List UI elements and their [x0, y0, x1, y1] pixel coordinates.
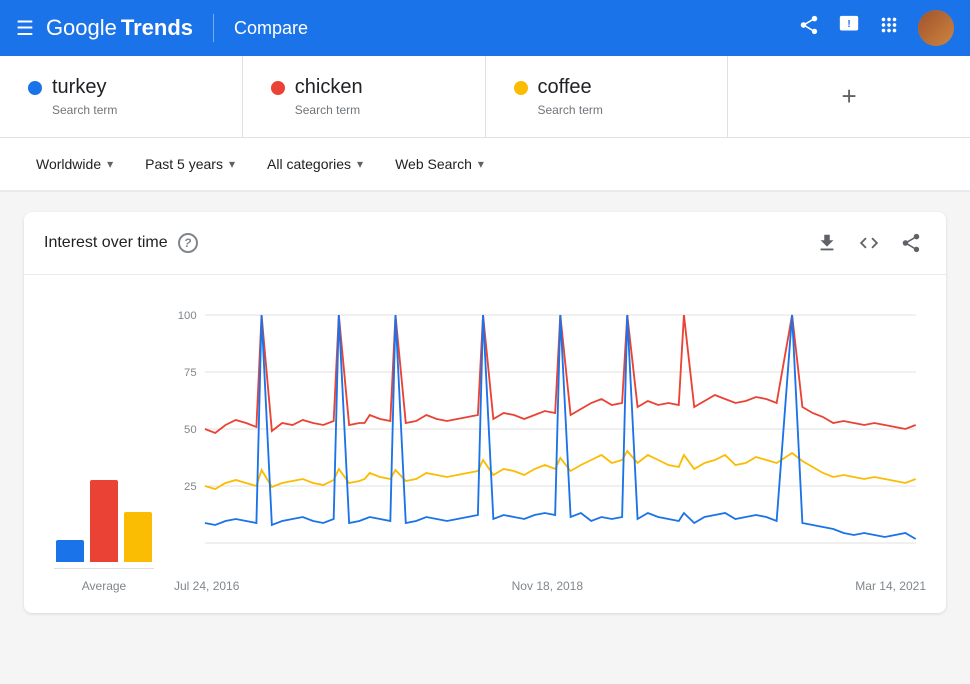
dot-coffee: [514, 81, 528, 95]
filter-websearch-arrow: ▾: [478, 157, 484, 171]
filter-allcategories[interactable]: All categories ▾: [255, 150, 375, 178]
x-label-end: Mar 14, 2021: [855, 579, 926, 593]
add-search-term-button[interactable]: +: [728, 56, 970, 137]
filter-allcategories-label: All categories: [267, 156, 351, 172]
help-icon-label: ?: [184, 236, 191, 250]
share-icon[interactable]: [798, 14, 820, 42]
bar-turkey: [56, 540, 84, 562]
card-title: Interest over time: [44, 234, 168, 252]
line-chart-svg: 100 75 50 25: [174, 295, 926, 575]
bars-row: [56, 442, 152, 562]
dot-turkey: [28, 81, 42, 95]
search-term-turkey-name: turkey: [52, 76, 106, 99]
search-term-chicken-label: Search term: [295, 103, 457, 117]
logo: Google Trends: [46, 15, 193, 41]
filter-worldwide-arrow: ▾: [107, 157, 113, 171]
header-right: !: [798, 10, 954, 46]
search-term-coffee[interactable]: coffee Search term: [486, 56, 729, 137]
share-chart-button[interactable]: [896, 228, 926, 258]
svg-text:25: 25: [184, 481, 197, 493]
avg-x-axis: [54, 568, 154, 569]
header-divider: [213, 14, 214, 42]
main-content: Interest over time ?: [0, 192, 970, 633]
feedback-icon[interactable]: !: [838, 14, 860, 42]
bar-coffee: [124, 512, 152, 562]
filter-websearch[interactable]: Web Search ▾: [383, 150, 496, 178]
chart-container: Average 100 75 50 25: [24, 275, 946, 613]
filter-past5years-label: Past 5 years: [145, 156, 223, 172]
svg-text:!: !: [847, 19, 850, 30]
avatar[interactable]: [918, 10, 954, 46]
svg-text:75: 75: [184, 367, 197, 379]
search-term-coffee-name: coffee: [538, 76, 592, 99]
search-term-turkey-row: turkey: [28, 76, 214, 99]
search-term-chicken-name: chicken: [295, 76, 363, 99]
search-terms-bar: turkey Search term chicken Search term c…: [0, 56, 970, 138]
avatar-image: [918, 10, 954, 46]
average-chart: Average: [54, 442, 154, 593]
filter-websearch-label: Web Search: [395, 156, 472, 172]
help-icon[interactable]: ?: [178, 233, 198, 253]
line-chart-wrapper: 100 75 50 25 Jul 24: [174, 295, 926, 593]
dot-chicken: [271, 81, 285, 95]
search-term-chicken[interactable]: chicken Search term: [243, 56, 486, 137]
apps-icon[interactable]: [878, 14, 900, 42]
interest-over-time-card: Interest over time ?: [24, 212, 946, 613]
logo-google: Google: [46, 15, 117, 41]
svg-text:50: 50: [184, 424, 197, 436]
svg-text:100: 100: [178, 310, 197, 322]
filter-past5years[interactable]: Past 5 years ▾: [133, 150, 247, 178]
search-term-coffee-label: Search term: [538, 103, 700, 117]
filter-past5years-arrow: ▾: [229, 157, 235, 171]
menu-icon[interactable]: ☰: [16, 16, 34, 41]
x-label-mid: Nov 18, 2018: [512, 579, 583, 593]
search-term-turkey[interactable]: turkey Search term: [0, 56, 243, 137]
embed-button[interactable]: [854, 228, 884, 258]
card-actions: [812, 228, 926, 258]
header: ☰ Google Trends Compare !: [0, 0, 970, 56]
search-term-turkey-label: Search term: [52, 103, 214, 117]
filters-bar: Worldwide ▾ Past 5 years ▾ All categorie…: [0, 138, 970, 192]
card-title-row: Interest over time ?: [44, 233, 198, 253]
x-label-start: Jul 24, 2016: [174, 579, 239, 593]
card-header: Interest over time ?: [24, 212, 946, 275]
logo-trends: Trends: [121, 15, 193, 41]
bar-chicken: [90, 480, 118, 562]
filter-worldwide[interactable]: Worldwide ▾: [24, 150, 125, 178]
add-icon: +: [842, 81, 857, 112]
average-label: Average: [82, 579, 126, 593]
x-labels: Jul 24, 2016 Nov 18, 2018 Mar 14, 2021: [174, 575, 926, 593]
header-compare: Compare: [234, 18, 308, 39]
download-button[interactable]: [812, 228, 842, 258]
search-term-coffee-row: coffee: [514, 76, 700, 99]
filter-allcategories-arrow: ▾: [357, 157, 363, 171]
search-term-chicken-row: chicken: [271, 76, 457, 99]
filter-worldwide-label: Worldwide: [36, 156, 101, 172]
